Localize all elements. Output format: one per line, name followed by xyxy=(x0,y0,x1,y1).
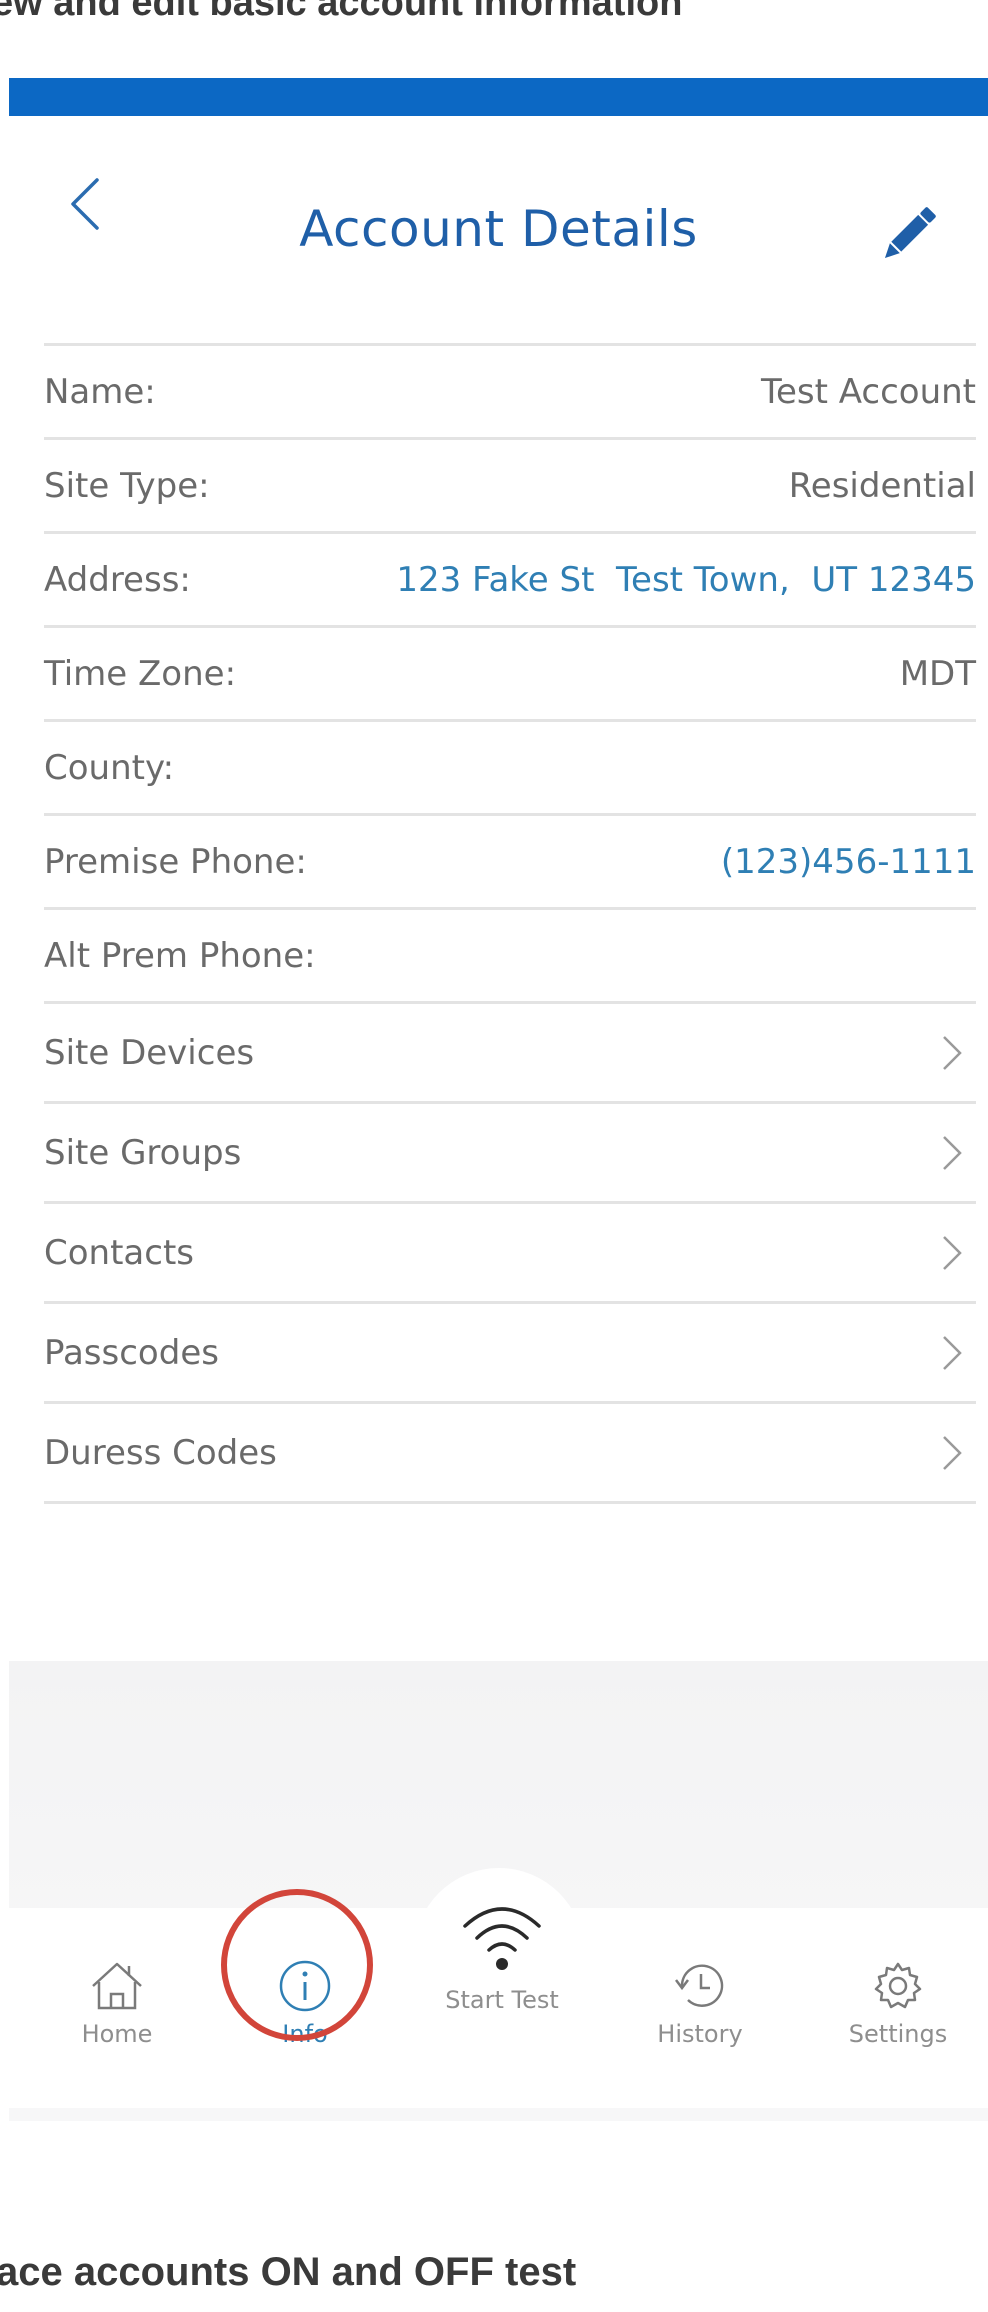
nav-item-duress-codes[interactable]: Duress Codes xyxy=(44,1404,976,1504)
nav-item-site-groups[interactable]: Site Groups xyxy=(44,1104,976,1204)
detail-label: Address: xyxy=(44,559,191,600)
detail-value: MDT xyxy=(899,653,976,694)
detail-label: Site Type: xyxy=(44,465,210,506)
detail-row-premise-phone: Premise Phone: (123)456-1111 xyxy=(44,816,976,910)
tab-settings[interactable]: Settings xyxy=(828,1958,968,2048)
status-bar xyxy=(9,78,988,116)
chevron-right-icon xyxy=(943,1035,962,1070)
tab-home[interactable]: Home xyxy=(47,1958,187,2048)
chevron-right-icon xyxy=(943,1135,962,1170)
nav-item-contacts[interactable]: Contacts xyxy=(44,1204,976,1304)
home-icon xyxy=(92,1962,142,2010)
tab-history[interactable]: History xyxy=(630,1958,770,2048)
premise-phone-link[interactable]: (123)456-1111 xyxy=(721,842,976,882)
tab-label: History xyxy=(657,2020,743,2048)
nav-item-label: Duress Codes xyxy=(44,1432,277,1473)
wifi-icon xyxy=(463,1907,541,1970)
history-icon xyxy=(675,1964,724,2007)
detail-label: Name: xyxy=(44,371,156,412)
chevron-right-icon xyxy=(943,1235,962,1270)
detail-label: County: xyxy=(44,747,175,788)
detail-label: Premise Phone: xyxy=(44,841,307,882)
detail-label: Time Zone: xyxy=(44,653,237,694)
detail-row-name: Name: Test Account xyxy=(44,346,976,440)
account-details-list: Name: Test Account Site Type: Residentia… xyxy=(44,343,976,1504)
detail-row-county: County: xyxy=(44,722,976,816)
info-tab-highlight-annotation xyxy=(221,1889,373,2041)
detail-row-site-type: Site Type: Residential xyxy=(44,440,976,534)
address-link[interactable]: 123 Fake St Test Town, UT 12345 xyxy=(396,560,976,600)
nav-item-label: Contacts xyxy=(44,1232,194,1273)
tab-start-test[interactable]: Start Test xyxy=(432,1898,572,2014)
nav-item-site-devices[interactable]: Site Devices xyxy=(44,1004,976,1104)
edit-button[interactable] xyxy=(871,196,947,272)
detail-label: Alt Prem Phone: xyxy=(44,935,316,976)
tab-label: Start Test xyxy=(445,1986,559,2014)
detail-value: Test Account xyxy=(760,371,976,412)
bottom-caption: ace accounts ON and OFF test xyxy=(0,2250,577,2294)
tab-label: Home xyxy=(81,2020,153,2048)
detail-row-alt-prem-phone: Alt Prem Phone: xyxy=(44,910,976,1004)
page-title: Account Details xyxy=(299,200,698,258)
phone-screen: Account Details Name: Test Account Site … xyxy=(9,78,988,2193)
nav-item-label: Site Groups xyxy=(44,1132,242,1173)
gear-icon xyxy=(874,1962,922,2009)
detail-value: Residential xyxy=(788,465,976,506)
detail-row-time-zone: Time Zone: MDT xyxy=(44,628,976,722)
nav-item-label: Passcodes xyxy=(44,1332,219,1373)
tab-label: Settings xyxy=(848,2020,948,2048)
pencil-icon xyxy=(884,207,936,259)
detail-row-address: Address: 123 Fake St Test Town, UT 12345 xyxy=(44,534,976,628)
chevron-right-icon xyxy=(943,1435,962,1470)
chevron-right-icon xyxy=(943,1335,962,1370)
nav-item-passcodes[interactable]: Passcodes xyxy=(44,1304,976,1404)
nav-item-label: Site Devices xyxy=(44,1032,255,1073)
top-caption: ew and edit basic account information xyxy=(0,0,683,24)
